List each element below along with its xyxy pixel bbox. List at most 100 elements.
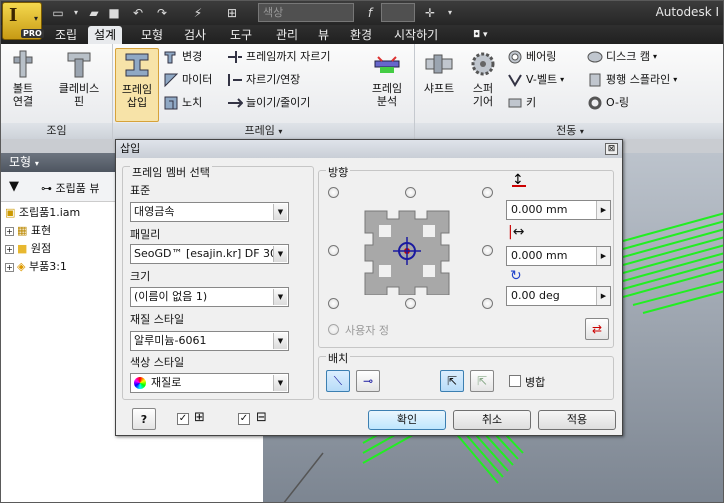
new-file-icon[interactable]: ▭ xyxy=(49,4,67,22)
save-icon[interactable]: ■ xyxy=(105,4,123,22)
v-belt-button[interactable]: V-벨트 ▾ xyxy=(507,71,564,89)
merge-checkbox[interactable] xyxy=(509,375,521,387)
chevron-down-icon[interactable]: ▾ xyxy=(560,71,564,89)
notch-button[interactable]: 노치 xyxy=(163,94,202,112)
chevron-down-icon[interactable]: ▾ xyxy=(580,127,584,136)
placement-heading: 배치 xyxy=(326,350,351,366)
anchor-bottom-center-radio[interactable] xyxy=(405,298,416,309)
parallel-spline-button[interactable]: 평행 스플라인 ▾ xyxy=(587,71,677,89)
tree-item-origin[interactable]: + ■ 원점 xyxy=(5,240,51,258)
tab-model[interactable]: 모형 xyxy=(135,26,169,44)
tab-inspect[interactable]: 검사 xyxy=(178,26,212,44)
o-ring-label: O-링 xyxy=(606,96,630,109)
option-checkbox-2[interactable]: ✓ xyxy=(238,413,250,425)
ok-button[interactable]: 확인 xyxy=(368,410,446,430)
mirror-frame-button[interactable]: ⇄ xyxy=(585,318,609,340)
chevron-down-icon[interactable]: ▾ xyxy=(673,71,677,89)
close-icon[interactable]: ⊠ xyxy=(605,143,618,155)
expand-icon[interactable]: + xyxy=(5,262,14,272)
tab-get-started[interactable]: 시작하기 xyxy=(388,26,444,44)
tab-manage[interactable]: 관리 xyxy=(270,26,304,44)
horizontal-offset-value: 0.000 mm xyxy=(511,249,568,262)
tab-design[interactable]: 설계 xyxy=(88,26,123,44)
option-checkbox-1[interactable]: ✓ xyxy=(177,413,189,425)
update-icon[interactable]: ⚡ xyxy=(189,4,207,22)
new-dropdown-icon[interactable]: ▾ xyxy=(67,4,85,22)
custom-point-radio[interactable] xyxy=(328,324,339,335)
insert-frame-button[interactable]: 프레임 삽입 xyxy=(115,48,159,122)
group-label-frame: 프레임 ▾ xyxy=(113,123,414,139)
filter-icon[interactable]: ▼ xyxy=(9,179,19,194)
anchor-middle-left-radio[interactable] xyxy=(328,245,339,256)
select-points-button[interactable]: ⊸ xyxy=(356,370,380,392)
dialog-title-bar[interactable]: 삽입 xyxy=(116,140,622,158)
application-menu-button[interactable]: I ▾ PRO xyxy=(2,2,44,40)
cancel-button[interactable]: 취소 xyxy=(453,410,531,430)
bolted-connection-button[interactable]: 볼트 연결 xyxy=(1,48,45,108)
material-style-select[interactable]: 알루미늄-6061 ▼ xyxy=(130,331,289,351)
color-style-dropdown[interactable]: 색상 xyxy=(258,3,354,22)
tab-view[interactable]: 뷰 xyxy=(312,26,335,44)
key-button[interactable]: 키 xyxy=(507,94,536,112)
frame-analysis-label: 프레임 분석 xyxy=(371,82,403,108)
lengthen-shorten-button[interactable]: 늘이기/줄이기 xyxy=(227,94,310,112)
bearing-button[interactable]: 베어링 xyxy=(507,48,556,66)
tab-tools[interactable]: 도구 xyxy=(224,26,258,44)
shaft-button[interactable]: 샤프트 xyxy=(417,48,461,95)
redo-icon[interactable]: ↷ xyxy=(153,4,171,22)
customize-qa-icon[interactable]: ▾ xyxy=(441,4,459,22)
o-ring-button[interactable]: O-링 xyxy=(587,94,629,112)
miter-button[interactable]: 마이터 xyxy=(163,71,212,89)
change-button[interactable]: 변경 xyxy=(163,48,202,66)
trim-to-frame-button[interactable]: 프레임까지 자르기 xyxy=(227,48,330,66)
family-select[interactable]: SeoGD™ [esajin.kr] DF 30 ▼ xyxy=(130,244,289,264)
trim-extend-button[interactable]: 자르기/연장 xyxy=(227,71,300,89)
anchor-bottom-left-radio[interactable] xyxy=(328,298,339,309)
frame-analysis-button[interactable]: 프레임 분석 xyxy=(365,48,409,108)
apply-button[interactable]: 적용 xyxy=(538,410,616,430)
expand-icon[interactable]: + xyxy=(5,226,14,236)
color-style-select[interactable]: 재질로 ▼ xyxy=(130,373,289,393)
open-folder-icon[interactable]: ▰ xyxy=(85,4,103,22)
anchor-top-center-radio[interactable] xyxy=(405,187,416,198)
tree-item-representations[interactable]: + ▦ 표현 xyxy=(5,222,51,240)
size-select[interactable]: (이름이 없음 1) ▼ xyxy=(130,287,289,307)
expand-icon[interactable]: + xyxy=(5,244,14,254)
select-cursor-button[interactable]: ⇱ xyxy=(440,370,464,392)
vertical-offset-input[interactable]: 0.000 mm ▶ xyxy=(506,200,611,220)
anchor-bottom-right-radio[interactable] xyxy=(482,298,493,309)
undo-icon[interactable]: ↶ xyxy=(129,4,147,22)
select-other-button[interactable]: ⇱ xyxy=(470,370,494,392)
chevron-down-icon: ▼ xyxy=(273,333,287,349)
tree-item-part[interactable]: + ◈ 부품3:1 xyxy=(5,258,67,276)
tab-environments[interactable]: 환경 xyxy=(344,26,378,44)
anchor-top-left-radio[interactable] xyxy=(328,187,339,198)
ribbon-group-frame: 프레임 삽입 변경 마이터 노치 프레임까지 자르기 자르기/연장 늘이기/줄이… xyxy=(113,44,415,139)
standard-select[interactable]: 대영금속 ▼ xyxy=(130,202,289,222)
key-icon xyxy=(507,95,523,111)
chevron-right-icon[interactable]: ▶ xyxy=(596,247,610,265)
tree-item-root[interactable]: ▣ 조립품1.iam xyxy=(5,204,80,222)
disc-cam-button[interactable]: 디스크 캠 ▾ xyxy=(587,48,657,66)
parameters-icon[interactable]: ⊞ xyxy=(223,4,241,22)
horizontal-offset-input[interactable]: 0.000 mm ▶ xyxy=(506,246,611,266)
chevron-right-icon[interactable]: ▶ xyxy=(596,287,610,305)
ribbon-display-toggle[interactable]: ◘ ▾ xyxy=(467,26,494,44)
spur-gear-button[interactable]: 스퍼 기어 xyxy=(461,48,505,108)
chevron-down-icon[interactable]: ▾ xyxy=(278,127,282,136)
chevron-down-icon[interactable]: ▾ xyxy=(653,48,657,66)
material-style-value: 알루미늄-6061 xyxy=(134,334,207,347)
assembly-view-dropdown[interactable]: ⊶ 조립품 뷰 xyxy=(41,180,99,196)
help-button[interactable]: ? xyxy=(132,408,156,430)
add-icon[interactable]: ✛ xyxy=(421,4,439,22)
disc-cam-label: 디스크 캠 xyxy=(606,50,650,63)
clevis-pin-button[interactable]: 클레비스 핀 xyxy=(51,48,107,108)
line-style-dropdown[interactable] xyxy=(381,3,415,22)
rotation-input[interactable]: 0.00 deg ▶ xyxy=(506,286,611,306)
chevron-right-icon[interactable]: ▶ xyxy=(596,201,610,219)
anchor-middle-right-radio[interactable] xyxy=(482,245,493,256)
tab-assemble[interactable]: 조립 xyxy=(49,26,83,44)
select-edge-button[interactable]: ⟍ xyxy=(326,370,350,392)
formula-icon[interactable]: f xyxy=(361,4,379,22)
anchor-top-right-radio[interactable] xyxy=(482,187,493,198)
